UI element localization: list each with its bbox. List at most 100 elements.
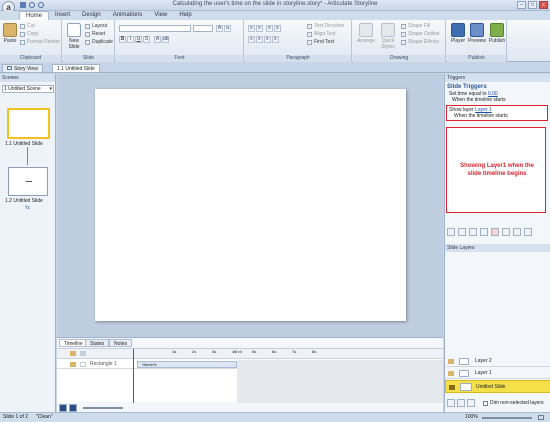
eye-icon[interactable] [70, 351, 76, 356]
paste-button[interactable]: Paste [2, 23, 18, 44]
row-eye-icon[interactable] [70, 362, 76, 367]
align-text-button[interactable]: Align Text [307, 31, 336, 38]
zoom-slider[interactable] [83, 407, 123, 409]
copy-trigger-icon[interactable] [469, 228, 477, 236]
format-painter-button[interactable]: Format Painter [20, 39, 60, 46]
slide-canvas[interactable] [95, 89, 406, 321]
timeline-object-name: Rectangle 1 [90, 361, 117, 367]
tab-help[interactable]: Help [173, 11, 197, 20]
play-icon[interactable] [59, 404, 67, 412]
tab-animations[interactable]: Animations [107, 11, 149, 20]
annotation-box: Showing Layer1 when the slide timeline b… [446, 127, 546, 213]
grow-font-icon[interactable]: A [216, 25, 223, 32]
italic-icon[interactable]: I [127, 36, 134, 43]
row-lock-icon[interactable] [80, 362, 86, 367]
slide-thumb-1[interactable] [7, 108, 50, 139]
story-view-tab[interactable]: Story View [2, 64, 43, 73]
clipboard-group: Paste Cut Copy Format Painter Clipboard [0, 20, 62, 62]
scene-select[interactable]: 1 Untitled Scene ▾ [2, 85, 54, 93]
tab-states[interactable]: States [85, 339, 110, 347]
align-center-icon[interactable]: ≡ [256, 36, 263, 43]
preview-button[interactable]: Preview [468, 23, 486, 44]
font-size-combo[interactable] [193, 25, 213, 32]
shape-fill-button[interactable]: Shape Fill [401, 23, 430, 30]
tab-insert[interactable]: Insert [49, 11, 76, 20]
font-family-combo[interactable] [119, 25, 191, 32]
move-down-icon[interactable] [513, 228, 521, 236]
fit-to-window-icon[interactable] [538, 415, 544, 420]
quick-styles-button[interactable]: Quick Styles [378, 23, 398, 50]
bold-icon[interactable]: B [119, 36, 126, 43]
trigger-2-highlight[interactable]: Show layer Layer 1 When the timeline sta… [446, 105, 548, 121]
maximize-button[interactable]: □ [528, 1, 537, 9]
timeline-end-marker[interactable]: End [235, 349, 242, 354]
new-trigger-icon[interactable] [447, 228, 455, 236]
decrease-indent-icon[interactable]: ≡ [266, 25, 273, 32]
close-button[interactable]: x [539, 1, 548, 9]
tab-home[interactable]: Home [19, 11, 50, 20]
base-layer-eye-icon[interactable] [449, 385, 455, 390]
timeline-object-bar[interactable]: %time% [137, 361, 237, 368]
find-text-button[interactable]: Find Text [307, 39, 334, 46]
paste-trigger-icon[interactable] [480, 228, 488, 236]
font-color-icon[interactable]: A [154, 36, 161, 43]
tab-notes[interactable]: Notes [109, 339, 133, 347]
minimize-button[interactable]: – [517, 1, 526, 9]
highlight-icon[interactable]: ab [162, 36, 169, 43]
preview-label: Preview [468, 38, 486, 44]
layer-row-2[interactable]: Layer 2 [445, 356, 550, 367]
publish-label: Publish [488, 38, 506, 44]
numbering-icon[interactable]: ≡ [256, 25, 263, 32]
justify-icon[interactable]: ≡ [272, 36, 279, 43]
increase-indent-icon[interactable]: ≡ [274, 25, 281, 32]
scenes-header: Scenes [0, 74, 55, 82]
new-slide-button[interactable]: New Slide [65, 23, 83, 50]
slide-tab[interactable]: 1.1 Untitled Slide [52, 64, 100, 73]
strikethrough-icon[interactable]: S [143, 36, 150, 43]
ruler-tick: 3s [212, 348, 217, 354]
lock-icon[interactable] [80, 351, 86, 356]
tab-design[interactable]: Design [76, 11, 107, 20]
layer-row-1[interactable]: Layer 1 [445, 368, 550, 379]
duplicate-button[interactable]: Duplicate [85, 39, 113, 46]
align-left-icon[interactable]: ≡ [248, 36, 255, 43]
new-layer-icon[interactable] [447, 399, 455, 407]
bullets-icon[interactable]: ≡ [248, 25, 255, 32]
delete-trigger-icon[interactable] [491, 228, 499, 236]
base-layer-row[interactable]: Untitled Slide [445, 380, 550, 393]
cut-button[interactable]: Cut [20, 23, 35, 30]
player-button[interactable]: Player [450, 23, 466, 44]
ribbon-tabs: Home Insert Design Animations View Help [0, 11, 550, 20]
layer-2-label: Layer 2 [475, 358, 492, 364]
zoom-slider-status[interactable] [482, 417, 532, 419]
layer-1-eye-icon[interactable] [448, 371, 454, 376]
playhead[interactable] [133, 349, 134, 403]
scene-select-value: 1 Untitled Scene [4, 86, 41, 92]
text-direction-button[interactable]: Text Direction [307, 23, 344, 30]
stop-icon[interactable] [69, 404, 77, 412]
publish-button[interactable]: Publish [488, 23, 506, 44]
copy-button[interactable]: Copy [20, 31, 39, 38]
drawing-group-label: Drawing [353, 55, 445, 62]
reset-button[interactable]: Reset [85, 31, 105, 38]
move-up-icon[interactable] [502, 228, 510, 236]
arrange-button[interactable]: Arrange [356, 23, 376, 44]
shape-outline-button[interactable]: Shape Outline [401, 31, 440, 38]
underline-icon[interactable]: U [135, 36, 142, 43]
quick-styles-icon [381, 23, 395, 37]
align-right-icon[interactable]: ≡ [264, 36, 271, 43]
timeline-object-text: %time% [142, 362, 157, 367]
duplicate-layer-icon[interactable] [457, 399, 465, 407]
edit-trigger-icon[interactable] [458, 228, 466, 236]
tab-view[interactable]: View [148, 11, 173, 20]
layer-2-eye-icon[interactable] [448, 359, 454, 364]
layout-button[interactable]: Layout [85, 23, 107, 30]
variables-icon[interactable] [524, 228, 532, 236]
shape-effects-button[interactable]: Shape Effects [401, 39, 439, 46]
shrink-font-icon[interactable]: a [224, 25, 231, 32]
slide-thumb-2[interactable] [8, 167, 48, 196]
dim-layers-checkbox[interactable] [483, 400, 488, 406]
tab-timeline[interactable]: Timeline [59, 339, 88, 347]
paragraph-group-label: Paragraph [245, 55, 351, 62]
delete-layer-icon[interactable] [467, 399, 475, 407]
